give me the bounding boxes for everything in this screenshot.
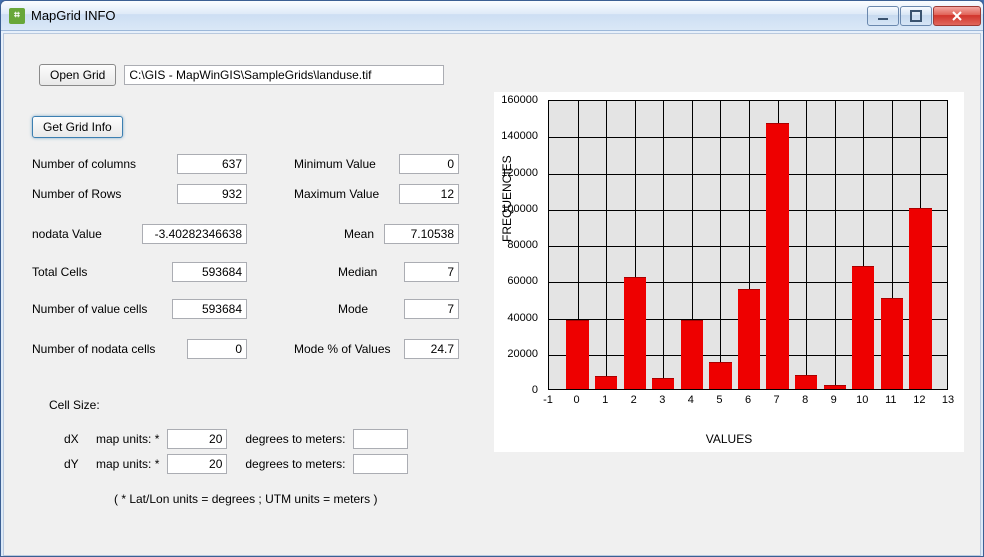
grid-path-input[interactable]: [124, 65, 444, 85]
label-mode-pct: Mode % of Values: [294, 342, 391, 356]
x-tick-label: 2: [631, 394, 637, 406]
y-tick-label: 100000: [501, 203, 538, 215]
x-tick-label: 5: [716, 394, 722, 406]
total-cells-field[interactable]: [172, 262, 247, 282]
nodata-cells-field[interactable]: [187, 339, 247, 359]
y-tick-label: 60000: [507, 275, 538, 287]
x-tick-label: 0: [574, 394, 580, 406]
maximize-button[interactable]: [900, 6, 932, 26]
histogram-bar: [566, 320, 588, 389]
label-nodata-cells: Number of nodata cells: [32, 342, 155, 356]
y-tick-label: 80000: [507, 239, 538, 251]
label-deg-to-m-x: degrees to meters:: [245, 432, 345, 446]
histogram-chart: FREQUENCIES 0200004000060000800001000001…: [494, 92, 964, 452]
x-tick-label: 6: [745, 394, 751, 406]
app-window: ⌗ MapGrid INFO Open Grid Get Grid Info N…: [0, 0, 984, 557]
open-grid-button[interactable]: Open Grid: [39, 64, 116, 86]
mode-pct-field[interactable]: [404, 339, 459, 359]
num-cols-field[interactable]: [177, 154, 247, 174]
label-dy: dY: [64, 457, 88, 471]
histogram-bar: [881, 298, 903, 389]
histogram-bar: [681, 320, 703, 389]
label-total-cells: Total Cells: [32, 265, 87, 279]
label-num-cols: Number of columns: [32, 157, 136, 171]
label-mode: Mode: [338, 302, 368, 316]
minimize-button[interactable]: [867, 6, 899, 26]
histogram-bar: [652, 378, 674, 389]
chart-x-ticks: -1012345678910111213: [548, 394, 948, 410]
x-tick-label: 13: [942, 394, 954, 406]
chart-xlabel: VALUES: [494, 432, 964, 446]
chart-plot-area: [548, 100, 948, 390]
x-tick-label: 10: [856, 394, 868, 406]
label-nodata: nodata Value: [32, 227, 102, 241]
client-area: Open Grid Get Grid Info Number of column…: [3, 33, 981, 556]
label-min: Minimum Value: [294, 157, 376, 171]
label-cell-size: Cell Size:: [49, 398, 100, 412]
deg-to-m-x-field[interactable]: [353, 429, 408, 449]
histogram-bar: [824, 385, 846, 389]
nodata-field[interactable]: [142, 224, 247, 244]
window-controls: [866, 6, 981, 26]
x-tick-label: 11: [885, 394, 896, 406]
label-max: Maximum Value: [294, 187, 379, 201]
label-value-cells: Number of value cells: [32, 302, 147, 316]
min-field[interactable]: [399, 154, 459, 174]
max-field[interactable]: [399, 184, 459, 204]
deg-to-m-y-field[interactable]: [353, 454, 408, 474]
histogram-bar: [795, 375, 817, 390]
label-num-rows: Number of Rows: [32, 187, 121, 201]
x-tick-label: 8: [802, 394, 808, 406]
titlebar[interactable]: ⌗ MapGrid INFO: [1, 1, 983, 31]
x-tick-label: -1: [543, 394, 553, 406]
x-tick-label: 9: [831, 394, 837, 406]
mean-field[interactable]: [384, 224, 459, 244]
dy-field[interactable]: [167, 454, 227, 474]
x-tick-label: 7: [774, 394, 780, 406]
x-tick-label: 3: [659, 394, 665, 406]
label-deg-to-m-y: degrees to meters:: [245, 457, 345, 471]
x-tick-label: 1: [602, 394, 608, 406]
histogram-bar: [709, 362, 731, 389]
footnote: ( * Lat/Lon units = degrees ; UTM units …: [114, 492, 377, 506]
label-mean: Mean: [344, 227, 374, 241]
window-title: MapGrid INFO: [31, 8, 116, 23]
label-median: Median: [338, 265, 377, 279]
histogram-bar: [738, 289, 760, 389]
histogram-bar: [595, 376, 617, 389]
get-grid-info-button[interactable]: Get Grid Info: [32, 116, 123, 138]
y-tick-label: 120000: [501, 167, 538, 179]
value-cells-field[interactable]: [172, 299, 247, 319]
num-rows-field[interactable]: [177, 184, 247, 204]
x-tick-label: 4: [688, 394, 694, 406]
median-field[interactable]: [404, 262, 459, 282]
y-tick-label: 40000: [507, 312, 538, 324]
close-button[interactable]: [933, 6, 981, 26]
label-map-units-y: map units: *: [96, 457, 159, 471]
mode-field[interactable]: [404, 299, 459, 319]
histogram-bar: [624, 277, 646, 389]
label-map-units-x: map units: *: [96, 432, 159, 446]
chart-y-ticks: 0200004000060000800001000001200001400001…: [494, 100, 544, 390]
dx-field[interactable]: [167, 429, 227, 449]
app-icon: ⌗: [9, 8, 25, 24]
y-tick-label: 160000: [501, 94, 538, 106]
y-tick-label: 20000: [507, 348, 538, 360]
x-tick-label: 12: [913, 394, 925, 406]
y-tick-label: 0: [532, 384, 538, 396]
histogram-bar: [852, 266, 874, 389]
histogram-bar: [766, 123, 788, 389]
histogram-bar: [909, 208, 931, 389]
label-dx: dX: [64, 432, 88, 446]
y-tick-label: 140000: [501, 130, 538, 142]
